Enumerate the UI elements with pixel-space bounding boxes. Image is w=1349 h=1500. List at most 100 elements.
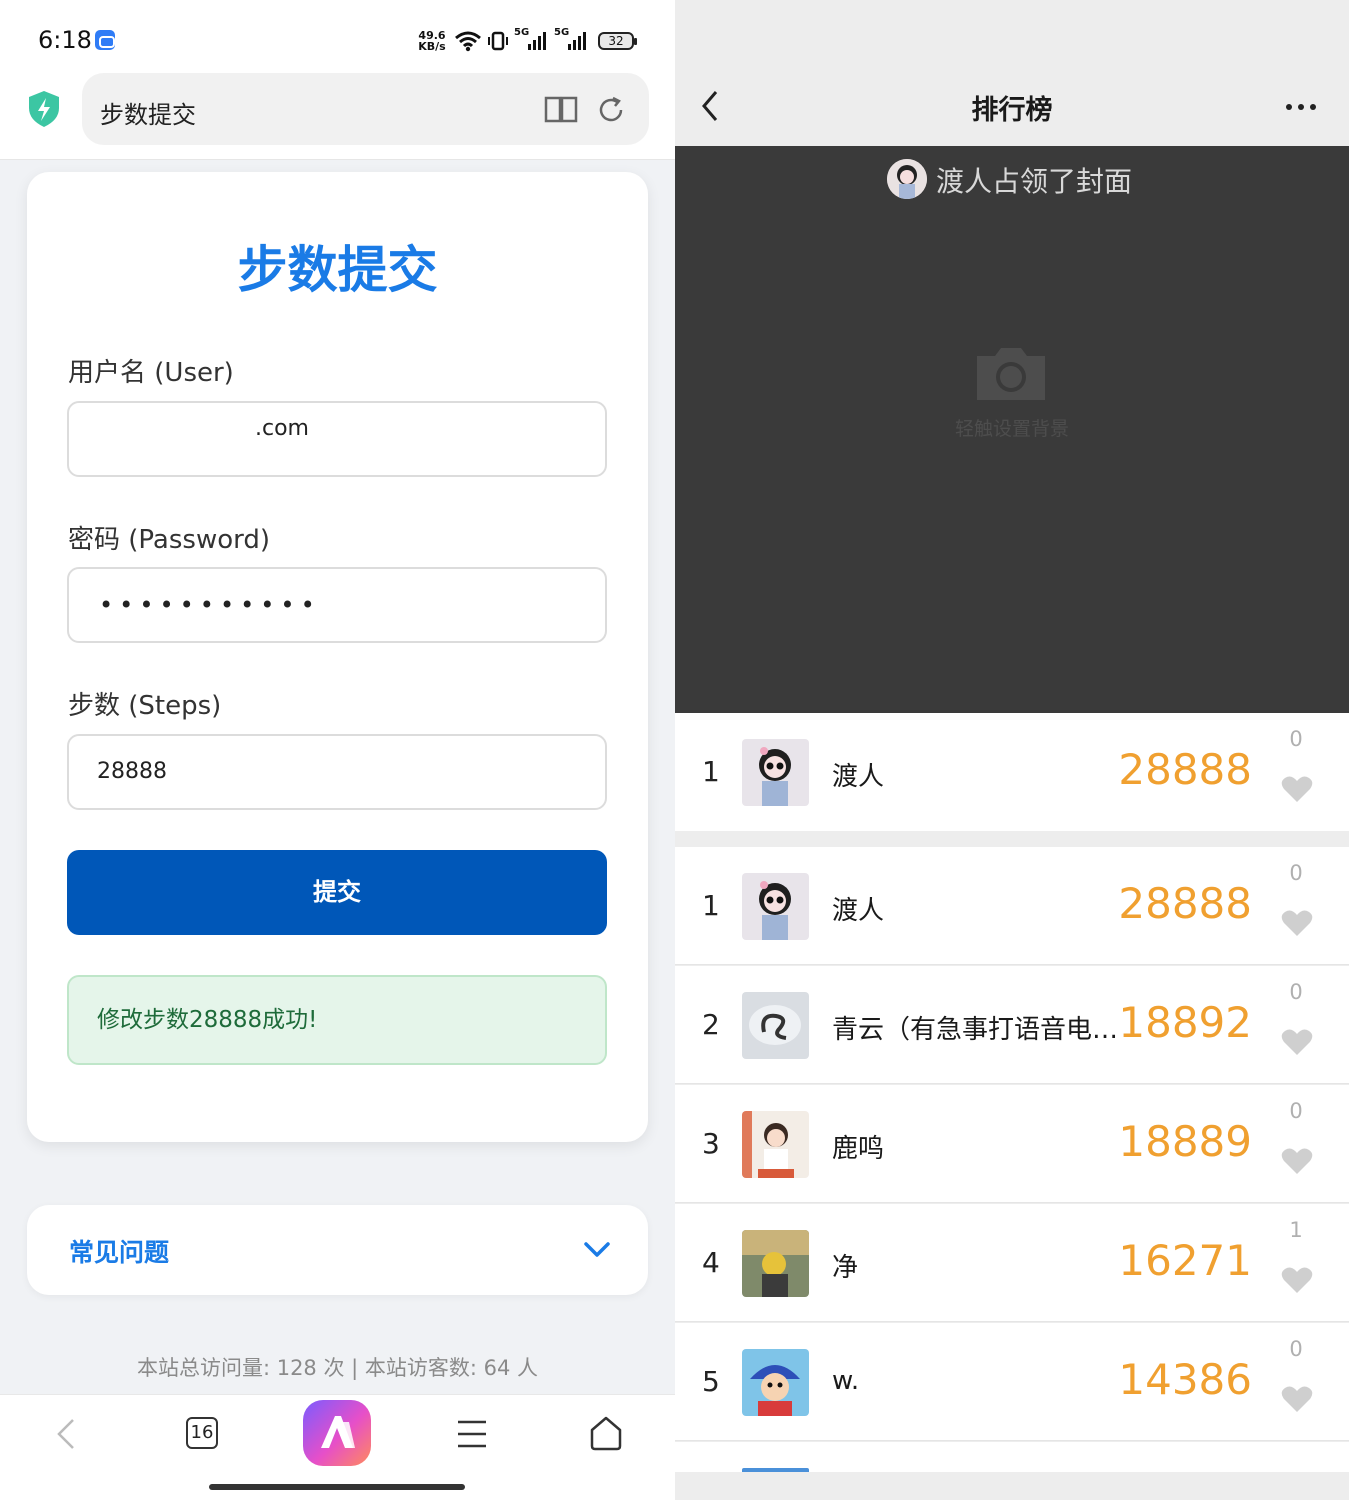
reload-icon[interactable] <box>596 95 626 125</box>
steps-field[interactable]: 28888 <box>67 734 607 810</box>
rank-number: 4 <box>702 1246 720 1279</box>
cover-area[interactable]: 渡人占领了封面 轻触设置背景 <box>675 146 1349 713</box>
user-name: 青云（有急事打语音电… <box>832 1015 1119 1045</box>
leaderboard-header: 排行榜 <box>675 0 1349 146</box>
assistant-app-icon[interactable] <box>303 1400 371 1466</box>
network-speed-unit: KB/s <box>418 40 446 53</box>
chevron-down-icon[interactable] <box>583 1241 611 1259</box>
like-count: 0 <box>1289 727 1303 751</box>
heart-icon[interactable] <box>1281 909 1313 937</box>
step-count: 16271 <box>1118 1236 1252 1285</box>
avatar <box>742 873 809 940</box>
step-count: 28888 <box>1118 879 1252 928</box>
step-submit-form: 步数提交 用户名 (User) .com 密码 (Password) •••••… <box>27 172 648 1142</box>
visit-stats: 本站总访问量: 128 次 | 本站访客数: 64 人 <box>136 1356 539 1380</box>
like-count: 0 <box>1289 861 1303 885</box>
status-bar: 6:18 49.6 KB/s 5G 5G 32 <box>0 0 675 75</box>
wifi-icon <box>455 31 481 52</box>
section-separator <box>675 832 1349 847</box>
url-field[interactable]: 步数提交 <box>82 73 649 145</box>
battery-icon: 32 <box>598 32 637 50</box>
like-count: 0 <box>1289 1337 1303 1361</box>
notification-app-icon <box>95 30 115 50</box>
cover-hint: 轻触设置背景 <box>954 418 1069 440</box>
assistant-logo-icon <box>321 1416 355 1448</box>
ranking-row[interactable]: 2 青云（有急事打语音电… 18892 0 <box>675 966 1349 1084</box>
my-rank-row[interactable]: 1 渡人 28888 0 <box>675 713 1349 831</box>
step-count: 14386 <box>1118 1355 1252 1404</box>
status-time: 6:18 <box>38 26 92 54</box>
vibrate-icon <box>488 31 508 51</box>
ranking-row[interactable]: 4 净 16271 1 <box>675 1204 1349 1322</box>
rank-number: 3 <box>702 1127 720 1160</box>
page-title-in-url: 步数提交 <box>100 101 196 129</box>
back-icon[interactable] <box>56 1417 76 1451</box>
home-indicator <box>209 1484 465 1490</box>
avatar <box>742 1230 809 1297</box>
menu-icon[interactable] <box>456 1419 488 1449</box>
reader-mode-icon[interactable] <box>544 95 578 123</box>
heart-icon[interactable] <box>1281 775 1313 803</box>
page-title: 排行榜 <box>971 95 1053 126</box>
ranking-row-partial[interactable] <box>675 1442 1349 1472</box>
user-label: 用户名 (User) <box>68 358 234 388</box>
like-count: 0 <box>1289 1099 1303 1123</box>
more-icon[interactable] <box>1285 103 1317 111</box>
user-name: 净 <box>832 1253 859 1283</box>
avatar <box>742 1349 809 1416</box>
ranking-row[interactable]: 3 鹿鸣 18889 0 <box>675 1085 1349 1203</box>
browser-nav-bar: 16 <box>0 1394 675 1500</box>
row-divider <box>675 1321 1349 1322</box>
like-count: 1 <box>1289 1218 1303 1242</box>
submit-button[interactable]: 提交 <box>67 850 607 935</box>
row-divider <box>675 1083 1349 1084</box>
user-name: w. <box>832 1366 860 1396</box>
password-label: 密码 (Password) <box>68 525 270 555</box>
user-field-value: .com <box>255 416 309 441</box>
user-name: 鹿鸣 <box>832 1134 885 1164</box>
browser-panel: 6:18 49.6 KB/s 5G 5G 32 步数提交 步数提交 用户名 (U… <box>0 0 675 1500</box>
form-heading: 步数提交 <box>237 241 438 299</box>
user-name: 渡人 <box>832 762 885 792</box>
status-icons: 49.6 KB/s 5G 5G 32 <box>416 26 637 56</box>
step-count: 18889 <box>1118 1117 1252 1166</box>
step-count: 18892 <box>1118 998 1252 1047</box>
address-bar: 步数提交 <box>0 70 675 160</box>
success-message: 修改步数28888成功! <box>67 975 607 1065</box>
cover-owner-text: 渡人占领了封面 <box>936 165 1133 198</box>
rank-number: 1 <box>702 889 720 922</box>
faq-section[interactable]: 常见问题 <box>27 1205 648 1295</box>
rank-number: 1 <box>702 755 720 788</box>
heart-icon[interactable] <box>1281 1147 1313 1175</box>
row-divider <box>675 964 1349 965</box>
signal-5g-2-icon: 5G <box>554 27 588 53</box>
avatar <box>742 1468 809 1472</box>
signal-5g-1-icon: 5G <box>514 27 548 53</box>
row-divider <box>675 1202 1349 1203</box>
like-count: 0 <box>1289 980 1303 1004</box>
faq-title: 常见问题 <box>69 1238 170 1267</box>
heart-icon[interactable] <box>1281 1385 1313 1413</box>
password-field[interactable]: ••••••••••• <box>67 567 607 643</box>
network-speed: 49.6 KB/s <box>416 30 448 52</box>
ranking-row[interactable]: 1 渡人 28888 0 <box>675 847 1349 965</box>
camera-icon[interactable] <box>973 344 1049 402</box>
row-divider <box>675 1440 1349 1441</box>
user-field[interactable]: .com <box>67 401 607 477</box>
rank-number: 2 <box>702 1008 720 1041</box>
step-count: 28888 <box>1118 745 1252 794</box>
avatar <box>742 739 809 806</box>
user-name: 渡人 <box>832 896 885 926</box>
avatar <box>742 1111 809 1178</box>
steps-label: 步数 (Steps) <box>68 691 222 721</box>
cover-owner-avatar <box>887 159 927 199</box>
leaderboard-panel: 排行榜 渡人占领了封面 轻触设置背景 1 渡人 28888 0 1 渡人 288… <box>675 0 1349 1500</box>
home-icon[interactable] <box>589 1415 623 1451</box>
rank-number: 5 <box>702 1365 720 1398</box>
heart-icon[interactable] <box>1281 1028 1313 1056</box>
security-shield-icon[interactable] <box>27 90 61 128</box>
heart-icon[interactable] <box>1281 1266 1313 1294</box>
tabs-button[interactable]: 16 <box>186 1417 218 1449</box>
avatar <box>742 992 809 1059</box>
ranking-row[interactable]: 5 w. 14386 0 <box>675 1323 1349 1441</box>
